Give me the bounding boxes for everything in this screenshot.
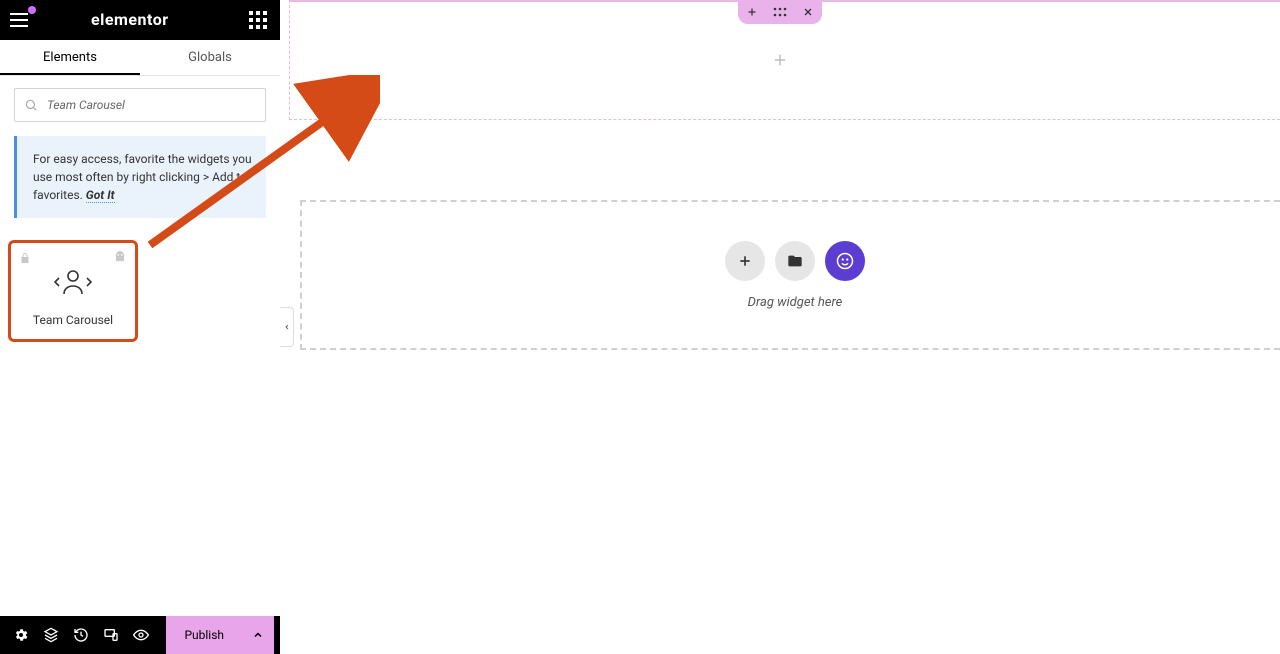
ghost-icon	[113, 249, 127, 268]
add-section-button[interactable]	[738, 0, 766, 24]
add-new-section-button[interactable]	[725, 241, 765, 281]
favorites-tip: For easy access, favorite the widgets yo…	[14, 136, 266, 218]
publish-options-button[interactable]	[242, 616, 274, 654]
apps-button[interactable]	[246, 8, 270, 32]
panel-tabs: Elements Globals	[0, 40, 280, 76]
svg-text:elementor: elementor	[91, 11, 169, 29]
preview-button[interactable]	[126, 616, 156, 654]
tip-text: For easy access, favorite the widgets yo…	[33, 152, 252, 202]
search-input[interactable]	[14, 88, 266, 122]
settings-button[interactable]	[6, 616, 36, 654]
add-column-button[interactable]	[771, 50, 789, 74]
search-icon	[24, 97, 38, 116]
tab-globals[interactable]: Globals	[140, 40, 280, 75]
widget-team-carousel[interactable]: Team Carousel	[8, 240, 138, 342]
navigator-button[interactable]	[36, 616, 66, 654]
canvas[interactable]: Drag widget here	[280, 0, 1280, 654]
notification-dot-icon	[28, 6, 36, 14]
tab-elements[interactable]: Elements	[0, 40, 140, 75]
tip-dismiss[interactable]: Got It	[86, 188, 115, 203]
responsive-button[interactable]	[96, 616, 126, 654]
sidebar: elementor Elements Globals For easy acce	[0, 0, 280, 654]
lock-icon	[19, 249, 31, 268]
drop-zone[interactable]: Drag widget here	[300, 200, 1280, 350]
drag-hint: Drag widget here	[748, 295, 843, 310]
sidebar-footer: Publish	[0, 616, 280, 654]
dropzone-actions	[725, 241, 865, 281]
empty-section[interactable]	[280, 0, 1280, 120]
brand-logo: elementor	[46, 11, 246, 29]
section-controls	[738, 0, 822, 24]
menu-button[interactable]	[10, 8, 34, 32]
ai-assist-button[interactable]	[825, 241, 865, 281]
collapse-panel-button[interactable]	[280, 307, 294, 347]
publish-group: Publish	[166, 616, 274, 654]
widget-label: Team Carousel	[15, 313, 131, 327]
publish-button[interactable]: Publish	[166, 616, 242, 654]
edit-section-handle[interactable]	[766, 0, 794, 24]
delete-section-button[interactable]	[794, 0, 822, 24]
search-box	[14, 88, 266, 122]
history-button[interactable]	[66, 616, 96, 654]
add-template-button[interactable]	[775, 241, 815, 281]
sidebar-header: elementor	[0, 0, 280, 40]
